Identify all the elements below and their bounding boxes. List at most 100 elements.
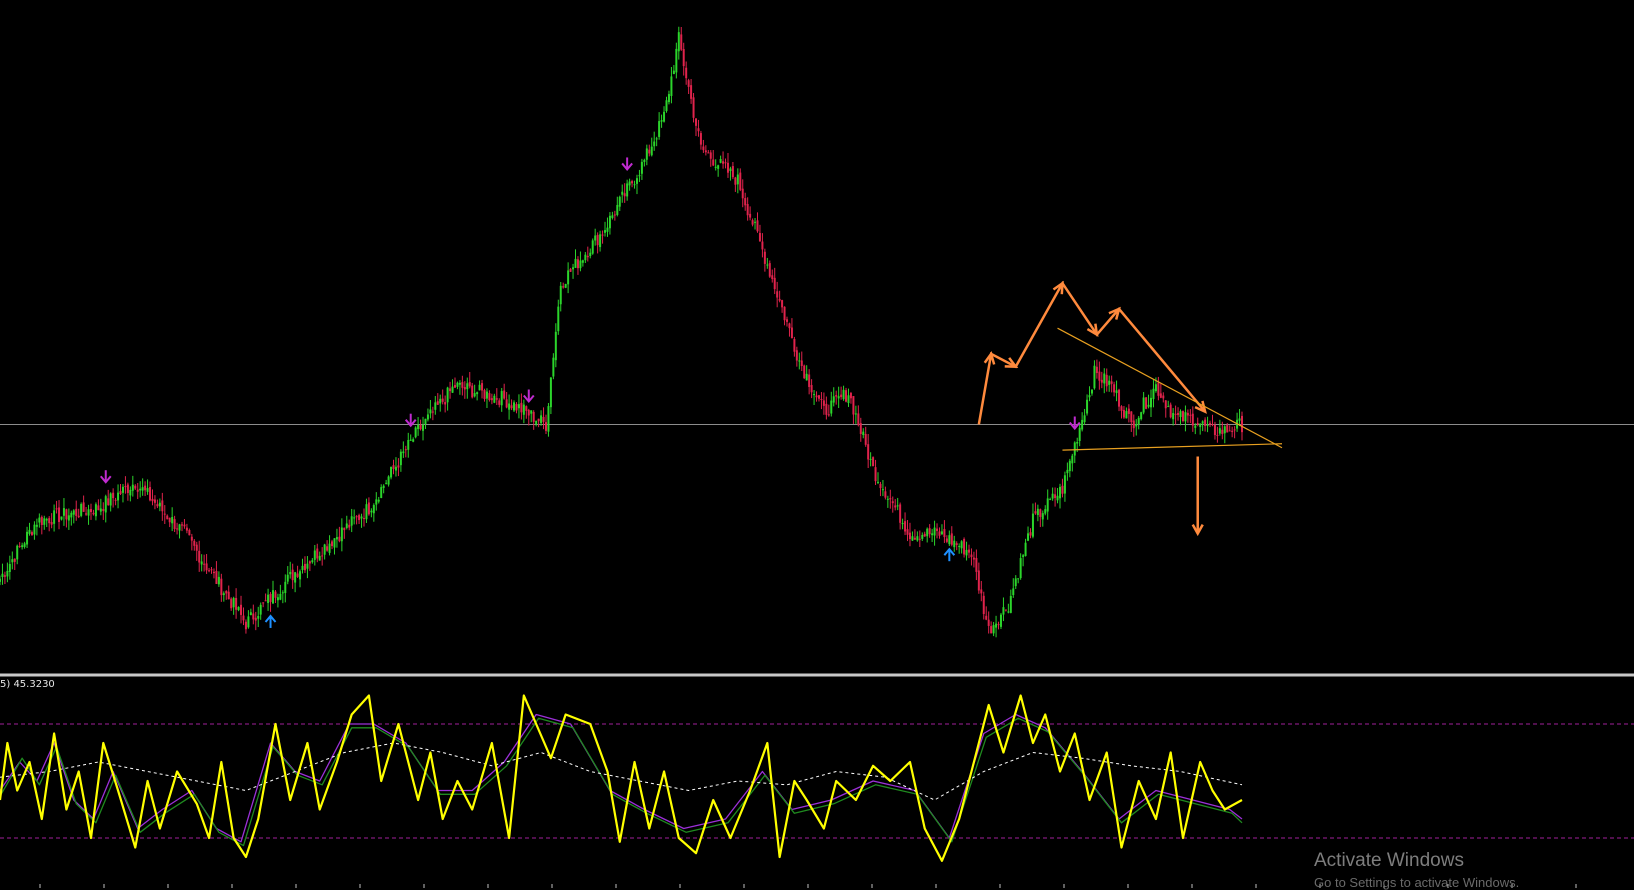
candle-body <box>1223 426 1226 434</box>
candle <box>151 489 154 506</box>
candle <box>783 306 786 326</box>
candle <box>601 230 604 244</box>
candle-body <box>972 557 975 560</box>
candle-body <box>756 220 759 232</box>
candle-body <box>291 569 294 581</box>
candle <box>695 118 698 137</box>
candle-body <box>247 616 250 628</box>
candle-body <box>653 141 656 147</box>
candle-body <box>426 414 429 420</box>
candle-body <box>670 76 673 96</box>
candle <box>672 65 675 75</box>
candle-body <box>1051 493 1054 499</box>
candle <box>30 530 33 536</box>
candle-body <box>864 433 867 445</box>
candle <box>704 145 707 156</box>
candle-body <box>751 220 754 225</box>
candle <box>1100 371 1103 389</box>
candle <box>938 527 941 539</box>
candle-body <box>279 593 282 600</box>
candle-body <box>547 406 550 432</box>
candle-body <box>185 527 188 531</box>
candle <box>1147 394 1150 409</box>
candle-body <box>1174 413 1177 415</box>
candle-body <box>1103 373 1106 384</box>
candle-body <box>849 393 852 399</box>
candle <box>532 410 535 430</box>
candle <box>67 508 70 530</box>
candle-body <box>879 483 882 489</box>
candle <box>1172 408 1175 426</box>
candle-body <box>805 373 808 381</box>
price-chart[interactable] <box>0 26 1634 638</box>
candle-body <box>778 298 781 301</box>
candle-body <box>953 540 956 548</box>
candle-body <box>928 528 931 535</box>
candle-body <box>648 149 651 154</box>
candle <box>731 161 734 180</box>
candle-body <box>419 424 422 430</box>
candle-body <box>567 270 570 285</box>
candle <box>904 512 907 536</box>
candle-body <box>980 589 983 594</box>
candle <box>722 151 725 169</box>
candle <box>313 545 316 566</box>
candle <box>726 153 729 178</box>
candle-body <box>87 509 90 516</box>
candle <box>139 481 142 498</box>
candle <box>65 508 68 528</box>
candle <box>849 391 852 404</box>
candle <box>1184 405 1187 432</box>
candle-body <box>881 489 884 491</box>
candle <box>1066 462 1069 481</box>
candle-body <box>948 535 951 545</box>
candle-body <box>793 338 796 352</box>
candle <box>222 591 225 602</box>
candle-body <box>911 536 914 541</box>
candle <box>210 566 213 574</box>
candle-body <box>139 488 142 491</box>
candle-body <box>444 402 447 405</box>
candle-body <box>45 518 48 521</box>
triangle-lower-trendline <box>1062 443 1283 451</box>
candle <box>244 619 247 634</box>
candle-body <box>798 360 801 362</box>
candle-body <box>1147 404 1150 407</box>
candle <box>1054 487 1057 507</box>
candle-body <box>970 554 973 558</box>
candle-body <box>1196 423 1199 425</box>
candle-body <box>451 386 454 393</box>
candle <box>146 479 149 495</box>
candle <box>503 383 506 400</box>
candle-body <box>58 507 61 522</box>
oscillator-chart[interactable] <box>0 694 1634 862</box>
candle-body <box>173 519 176 530</box>
candle <box>889 489 892 509</box>
candle-body <box>1228 430 1231 432</box>
candle <box>1068 458 1071 478</box>
candle <box>414 426 417 439</box>
candle-body <box>1046 498 1049 512</box>
candle <box>426 408 429 422</box>
candle-body <box>781 300 784 308</box>
candle-body <box>913 537 916 540</box>
candle <box>1120 405 1123 419</box>
candle <box>1177 407 1180 421</box>
candle-body <box>301 565 304 570</box>
candle-body <box>48 518 51 524</box>
candle <box>817 394 820 402</box>
candle-body <box>1179 411 1182 418</box>
candle <box>296 565 299 578</box>
candle-body <box>200 561 203 565</box>
sell-signal-arrow-icon <box>404 413 417 428</box>
candle <box>284 574 287 603</box>
candle <box>800 351 803 371</box>
candle <box>999 612 1002 630</box>
candle-body <box>1218 428 1221 434</box>
candle-body <box>296 573 299 577</box>
activation-watermark-title: Activate Windows <box>1314 850 1464 871</box>
candle-body <box>761 241 764 250</box>
candle-body <box>1113 384 1116 393</box>
candle-body <box>1238 418 1241 421</box>
candle-body <box>249 612 252 616</box>
